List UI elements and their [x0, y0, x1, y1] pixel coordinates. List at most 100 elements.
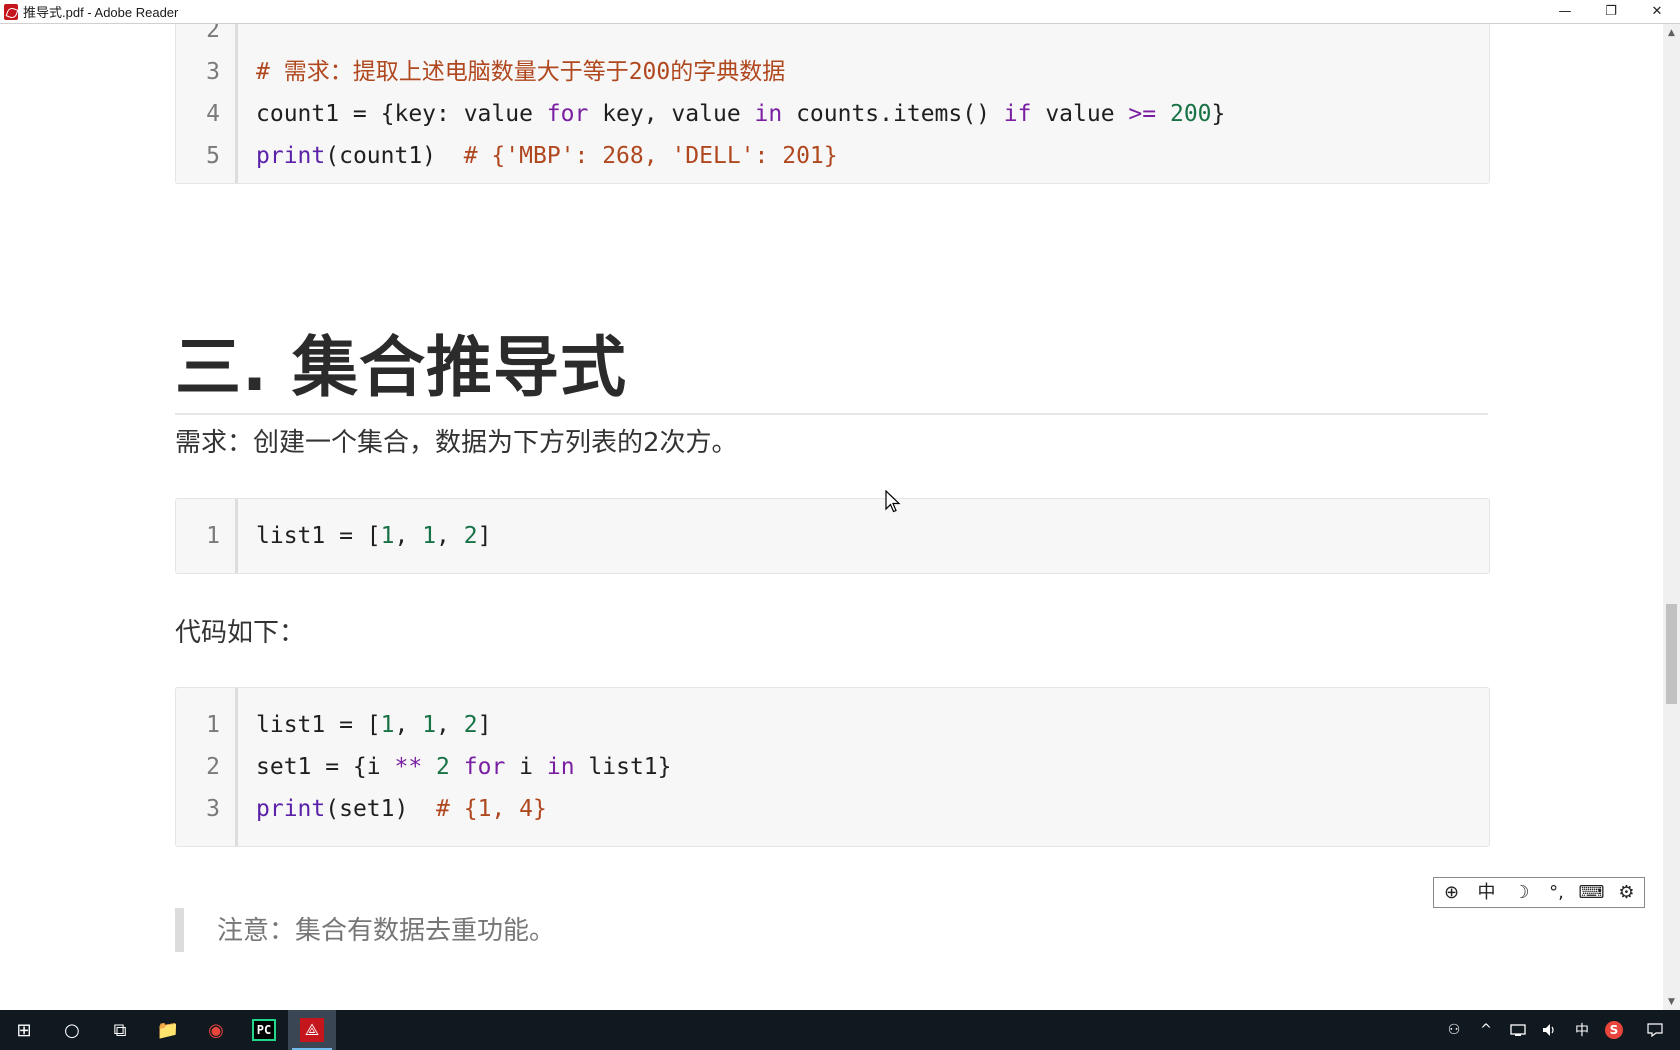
- line-number: 2: [206, 754, 220, 780]
- search-icon[interactable]: ○: [48, 1010, 96, 1050]
- code-token: (count1): [325, 143, 464, 169]
- code-line: 2: [176, 24, 1489, 51]
- code-token: list1}: [574, 754, 672, 780]
- code-text: # 需求：提取上述电脑数量大于等于200的字典数据: [256, 51, 785, 93]
- code-block-dict-comprehension: 2 3 # 需求：提取上述电脑数量大于等于200的字典数据 4 count1 = {ke…: [175, 24, 1490, 184]
- sogou-label: S: [1605, 1021, 1623, 1039]
- ime-settings-icon[interactable]: ⚙: [1614, 880, 1640, 906]
- note-blockquote: 注意：集合有数据去重功能。: [175, 908, 784, 952]
- code-token: list1 = [: [256, 523, 381, 549]
- code-token: 2: [463, 712, 478, 738]
- ime-keyboard-icon[interactable]: ⌨: [1579, 880, 1605, 906]
- windows-taskbar: ⊞ ○ ⧉ 📁 ◉ PC ⟁ ⚇ ^ 中 S: [0, 1010, 1680, 1050]
- code-token: 1: [380, 523, 395, 549]
- show-hidden-icons-chevron-icon[interactable]: ^: [1470, 1010, 1502, 1050]
- code-token: ,: [436, 523, 464, 549]
- code-text: list1 = [1, 1, 2]: [256, 704, 491, 746]
- code-token: >=: [1128, 101, 1157, 127]
- window-title: 推导式.pdf - Adobe Reader: [23, 5, 179, 20]
- ime-punctuation-icon[interactable]: °,: [1544, 880, 1570, 906]
- ime-mode-chinese[interactable]: 中: [1474, 880, 1500, 906]
- line-number: 1: [206, 712, 220, 738]
- code-token: key, value: [588, 101, 755, 127]
- reader-icon: ⟁: [299, 1018, 325, 1042]
- sogou-icon[interactable]: S: [1598, 1010, 1630, 1050]
- network-icon[interactable]: [1502, 1010, 1534, 1050]
- ime-logo-icon[interactable]: ⊕: [1439, 880, 1465, 906]
- code-token: count1 = {key: value: [256, 101, 547, 127]
- code-token: 1: [422, 523, 437, 549]
- code-block-set-comprehension: 1 list1 = [1, 1, 2] 2 set1 = {i ** 2 for i …: [175, 687, 1490, 847]
- line-number: 3: [206, 59, 220, 85]
- window-controls: — ❐ ✕: [1542, 0, 1680, 23]
- code-token: 1: [380, 712, 395, 738]
- ime-toolbar[interactable]: ⊕ 中 ☽ °, ⌨ ⚙: [1433, 877, 1645, 908]
- code-token: ,: [394, 523, 423, 549]
- adobe-reader-taskbar-icon[interactable]: ⟁: [288, 1010, 336, 1050]
- code-text: print(count1) # {'MBP': 268, 'DELL': 201…: [256, 135, 838, 177]
- code-token: counts.items(): [782, 101, 1004, 127]
- code-token: print: [256, 796, 326, 822]
- start-button[interactable]: ⊞: [0, 1010, 48, 1050]
- line-number: 5: [206, 143, 220, 169]
- code-token: **: [394, 754, 423, 780]
- line-number: 2: [206, 24, 220, 43]
- ime-moon-icon[interactable]: ☽: [1509, 880, 1535, 906]
- notification-center-icon[interactable]: [1630, 1010, 1680, 1050]
- scrollbar-thumb[interactable]: [1666, 604, 1677, 704]
- code-token: in: [754, 101, 783, 127]
- ime-indicator[interactable]: 中: [1566, 1010, 1598, 1050]
- line-number: 3: [206, 796, 220, 822]
- file-explorer-icon[interactable]: 📁: [144, 1010, 192, 1050]
- scroll-down-arrow-icon[interactable]: ▼: [1663, 993, 1680, 1010]
- section-heading: 三. 集合推导式: [175, 329, 628, 406]
- code-block-list-definition: 1 list1 = [1, 1, 2]: [175, 498, 1490, 574]
- code-token: # 需求：提取上述电脑数量大于等于200的字典数据: [256, 59, 786, 85]
- document-viewport[interactable]: 2 3 # 需求：提取上述电脑数量大于等于200的字典数据 4 count1 = {ke…: [0, 24, 1663, 1010]
- code-line: 1 list1 = [1, 1, 2]: [176, 515, 1489, 557]
- code-text: print(set1) # {1, 4}: [256, 788, 547, 830]
- code-token: # {'MBP': 268, 'DELL': 201}: [463, 143, 838, 169]
- vertical-scrollbar[interactable]: ▲ ▼: [1663, 24, 1680, 1010]
- code-line: 2 set1 = {i ** 2 for i in list1}: [176, 746, 1489, 788]
- code-token: ,: [436, 712, 464, 738]
- code-line: 4 count1 = {key: value for key, value in …: [176, 93, 1489, 135]
- task-view-icon[interactable]: ⧉: [96, 1010, 144, 1050]
- code-token: ]: [477, 712, 492, 738]
- code-token: }: [1211, 101, 1226, 127]
- code-token: ]: [477, 523, 492, 549]
- code-token: i: [505, 754, 547, 780]
- close-button[interactable]: ✕: [1634, 0, 1680, 23]
- heading-divider: [175, 413, 1488, 415]
- code-token: 200: [1169, 101, 1212, 127]
- code-token: set1 = {i: [256, 754, 395, 780]
- code-line: 3 print(set1) # {1, 4}: [176, 788, 1489, 830]
- code-token: value: [1031, 101, 1129, 127]
- note-text: 注意：集合有数据去重功能。: [217, 916, 556, 946]
- code-token: 2: [463, 523, 478, 549]
- code-intro-text: 代码如下：: [175, 618, 306, 648]
- pycharm-label: PC: [251, 1019, 277, 1041]
- minimize-button[interactable]: —: [1542, 0, 1588, 23]
- code-token: 1: [422, 712, 437, 738]
- people-icon[interactable]: ⚇: [1438, 1010, 1470, 1050]
- requirement-text: 需求：创建一个集合，数据为下方列表的2次方。: [175, 428, 738, 458]
- code-token: 2: [436, 754, 450, 780]
- line-number: 1: [206, 523, 220, 549]
- line-number: 4: [206, 101, 220, 127]
- chrome-icon[interactable]: ◉: [192, 1010, 240, 1050]
- pycharm-icon[interactable]: PC: [240, 1010, 288, 1050]
- window-title-bar: 推导式.pdf - Adobe Reader — ❐ ✕: [0, 0, 1680, 24]
- system-tray: ⚇ ^ 中 S: [1438, 1010, 1680, 1050]
- code-line: 1 list1 = [1, 1, 2]: [176, 704, 1489, 746]
- scroll-up-arrow-icon[interactable]: ▲: [1663, 24, 1680, 41]
- code-text: set1 = {i ** 2 for i in list1}: [256, 746, 672, 788]
- code-line: 3 # 需求：提取上述电脑数量大于等于200的字典数据: [176, 51, 1489, 93]
- code-token: ,: [394, 712, 423, 738]
- code-token: # {1, 4}: [436, 796, 547, 822]
- restore-button[interactable]: ❐: [1588, 0, 1634, 23]
- volume-icon[interactable]: [1534, 1010, 1566, 1050]
